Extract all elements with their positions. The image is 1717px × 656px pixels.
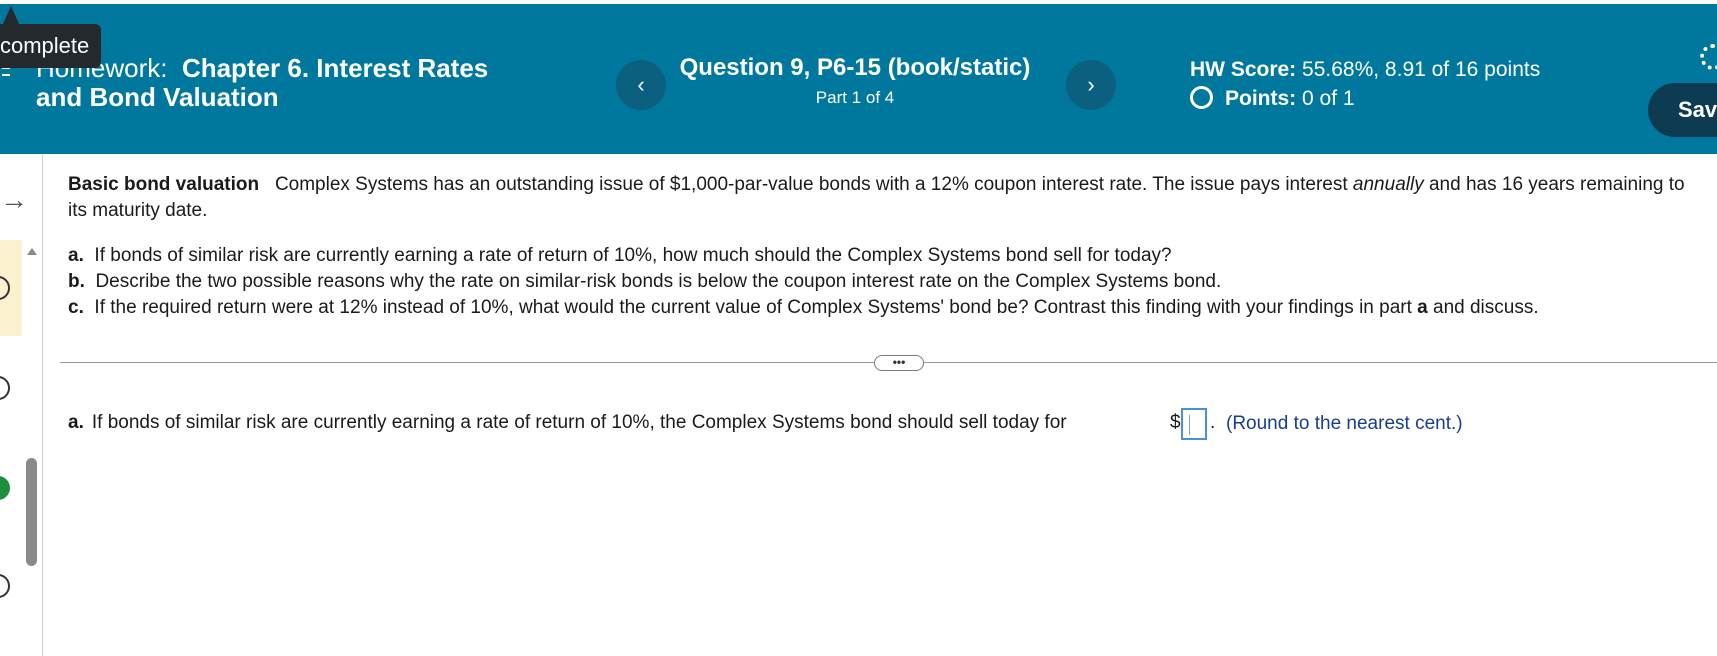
incomplete-circle-icon — [1190, 86, 1213, 109]
question-title: Question 9, P6-15 (book/static) — [679, 54, 1031, 81]
hw-score: HW Score: 55.68%, 8.91 of 16 points — [1190, 58, 1541, 81]
problem-part-b: b. Describe the two possible reasons why… — [68, 271, 1222, 292]
problem-parts: a. If bonds of similar risk are currentl… — [68, 243, 1539, 321]
problem-part-c: c. If the required return were at 12% in… — [68, 297, 1539, 318]
next-question-button[interactable]: › — [1066, 60, 1116, 110]
scrollbar[interactable] — [26, 458, 37, 566]
chevron-right-icon: › — [1087, 72, 1095, 97]
answer-period: . — [1210, 412, 1216, 433]
currency-symbol: $ — [1170, 412, 1181, 433]
question-part: Part 1 of 4 — [815, 88, 895, 107]
expand-button[interactable]: ••• — [874, 355, 924, 371]
rounding-note: (Round to the nearest cent.) — [1226, 413, 1463, 434]
problem-part-a: a. If bonds of similar risk are currentl… — [68, 245, 1172, 266]
scroll-up-icon[interactable] — [27, 248, 37, 255]
homework-title: Homework: Chapter 6. Interest Rates and … — [36, 53, 489, 112]
gear-icon[interactable] — [1700, 44, 1717, 70]
answer-prompt: a. If bonds of similar risk are currently… — [68, 412, 1067, 433]
arrow-right-icon[interactable]: → — [0, 184, 28, 216]
answer-input[interactable] — [1181, 408, 1207, 440]
tooltip: complete — [0, 24, 101, 68]
points-status: Points: 0 of 1 — [1190, 86, 1355, 111]
tooltip-arrow — [2, 6, 20, 26]
save-button[interactable]: Save — [1648, 83, 1717, 137]
problem-statement: Basic bond valuation Complex Systems has… — [68, 174, 1685, 221]
top-header: Homework: Chapter 6. Interest Rates and … — [0, 4, 1717, 154]
